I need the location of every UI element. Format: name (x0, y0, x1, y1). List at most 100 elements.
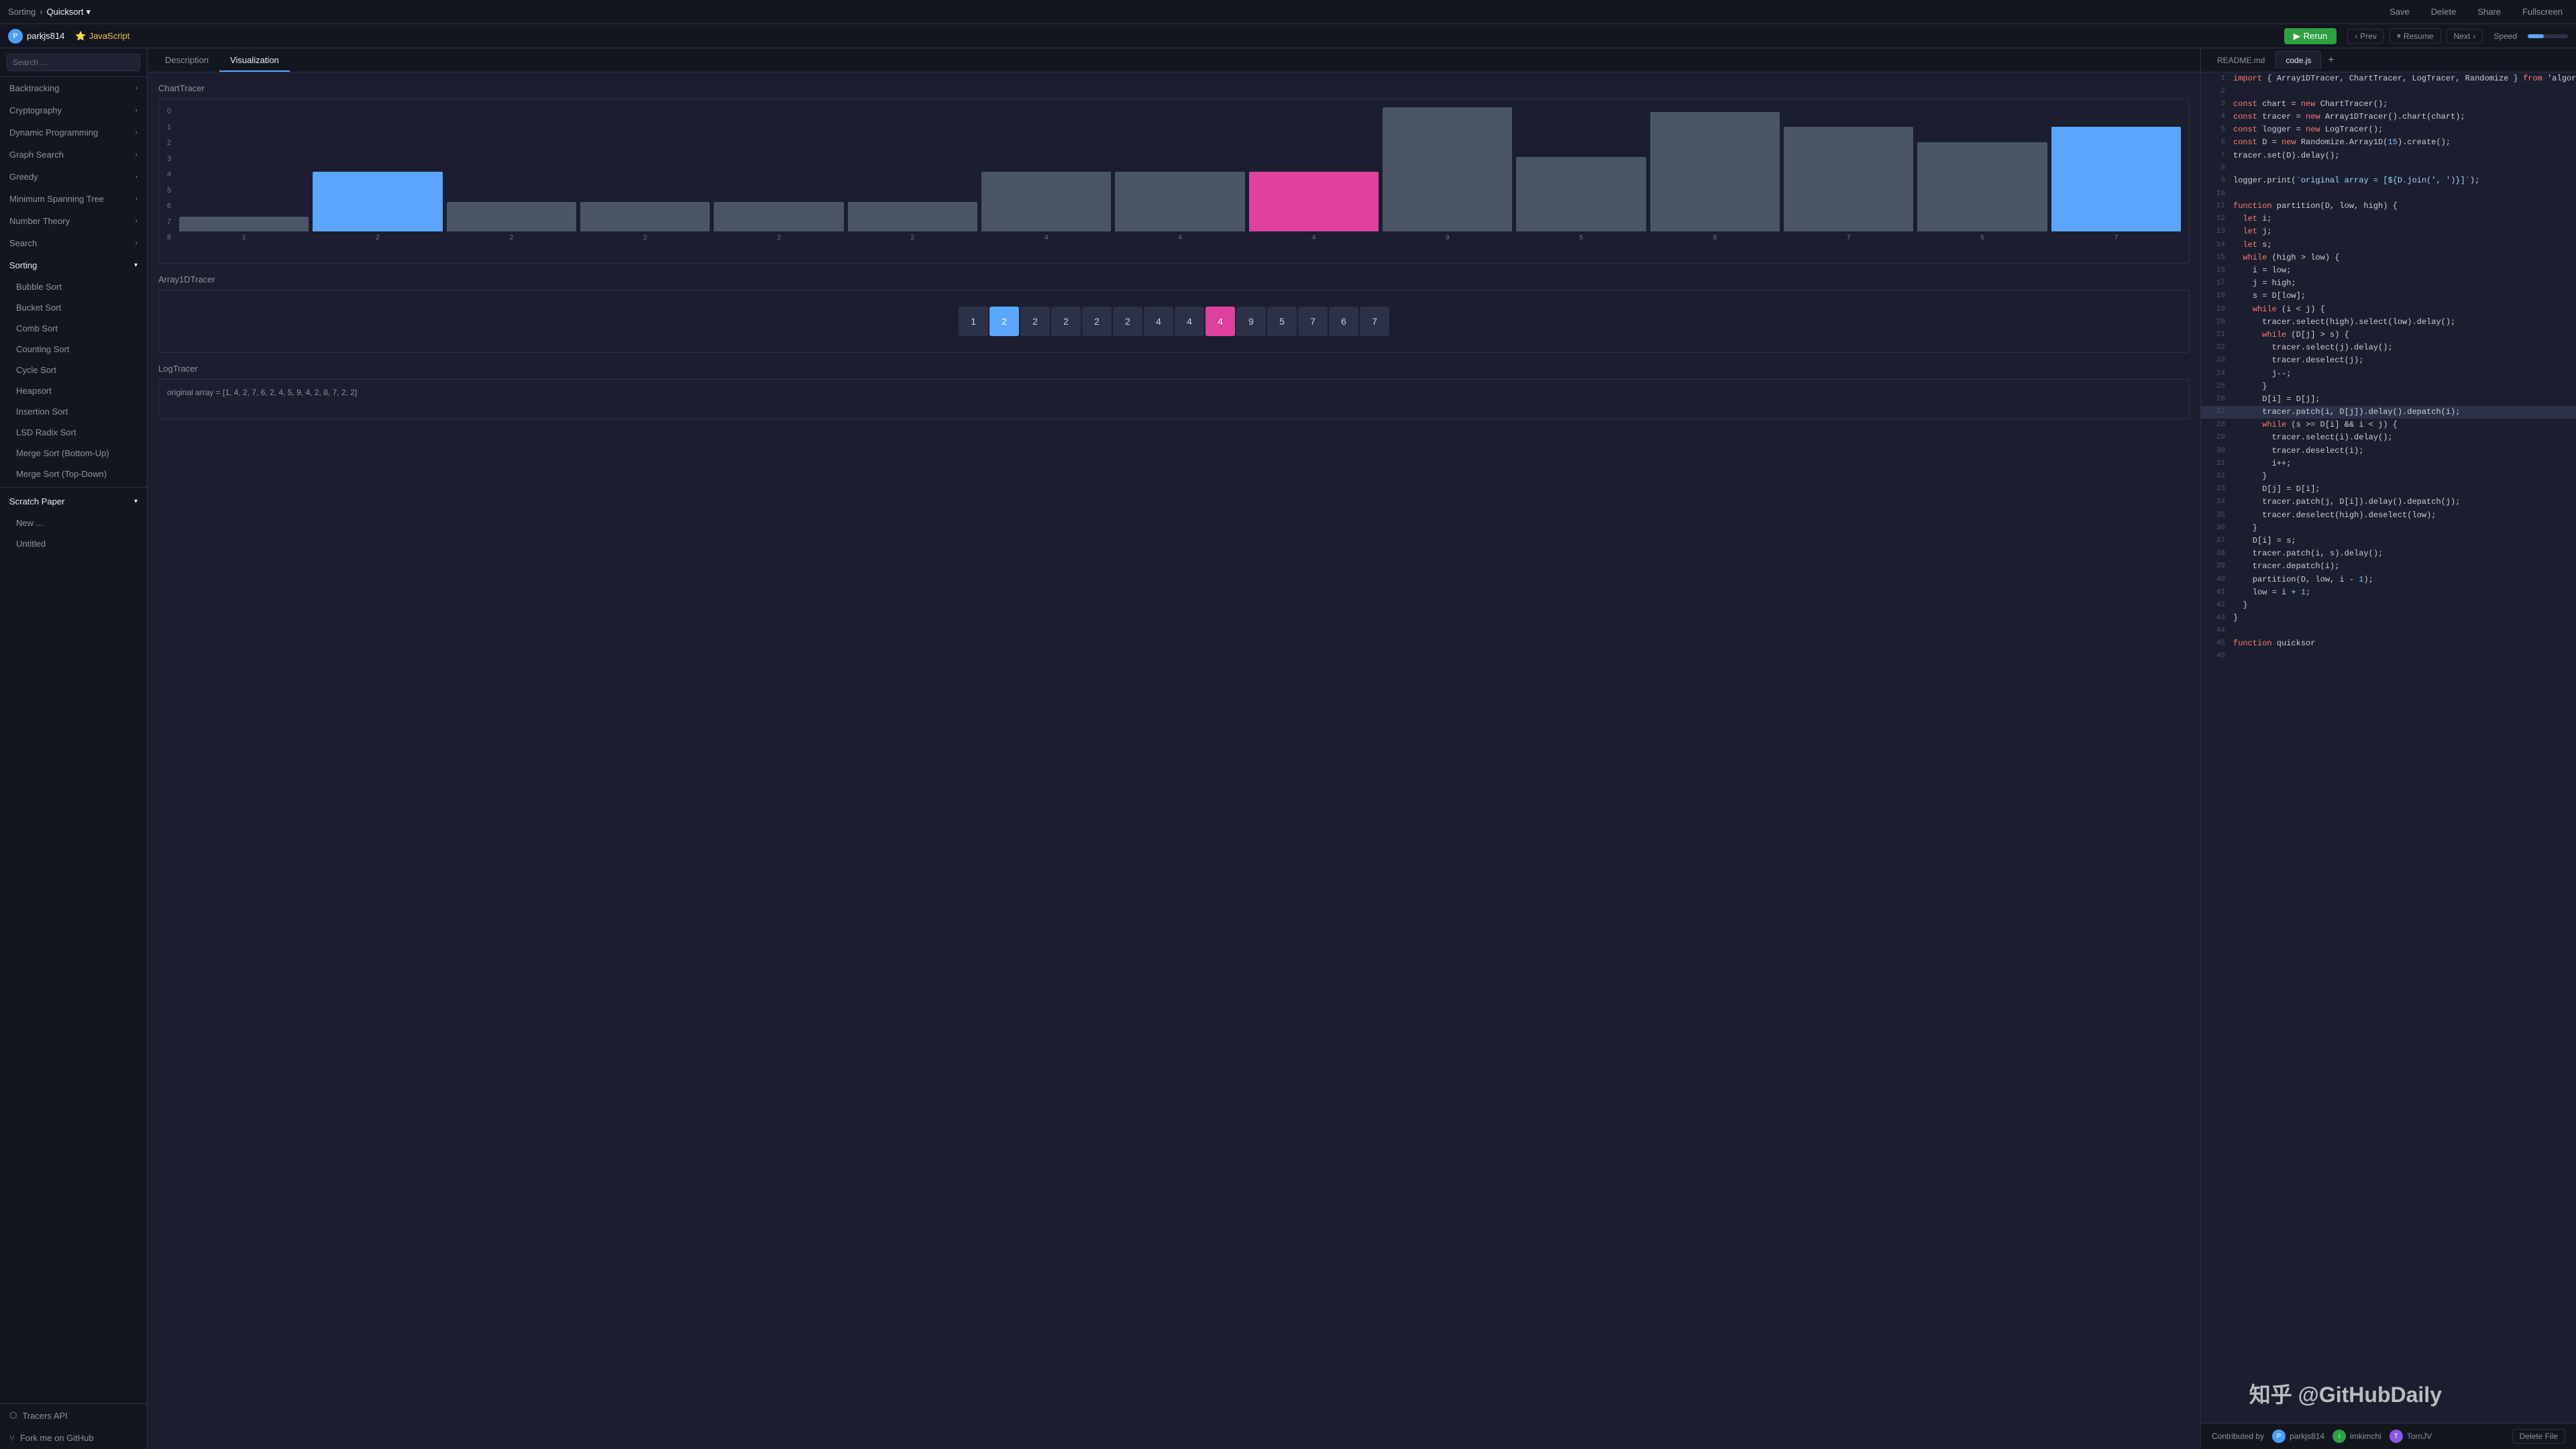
tab-readme[interactable]: README.md (2208, 52, 2274, 69)
line-content: D[i] = D[j]; (2233, 393, 2571, 406)
chart-bar (313, 172, 442, 231)
delete-file-button[interactable]: Delete File (2512, 1429, 2565, 1444)
sidebar-item-mst[interactable]: Minimum Spanning Tree › (0, 188, 147, 210)
save-button[interactable]: Save (2384, 4, 2415, 19)
dropdown-icon[interactable]: ▾ (86, 7, 91, 17)
breadcrumb-algo: Quicksort ▾ (47, 7, 91, 17)
code-line: 40 partition(D, low, i - 1); (2201, 574, 2576, 586)
tab-description[interactable]: Description (154, 50, 219, 72)
line-number: 36 (2206, 522, 2225, 535)
share-button[interactable]: Share (2472, 4, 2506, 19)
right-panel: README.md code.js + 1import { Array1DTra… (2200, 48, 2576, 1449)
sidebar-item-graph-search[interactable]: Graph Search › (0, 144, 147, 166)
sidebar-sub-counting-sort[interactable]: Counting Sort (0, 339, 147, 360)
sidebar-item-cryptography[interactable]: Cryptography › (0, 99, 147, 121)
sidebar-sub-cycle-sort[interactable]: Cycle Sort (0, 360, 147, 380)
sidebar-sub-lsd-radix[interactable]: LSD Radix Sort (0, 422, 147, 443)
line-number: 43 (2206, 612, 2225, 625)
contributor-avatar-1: P (2272, 1430, 2286, 1443)
nav-buttons: ‹ Prev ⏸ Resume Next › (2347, 28, 2483, 44)
code-line: 23 tracer.deselect(j); (2201, 354, 2576, 367)
code-line: 37 D[i] = s; (2201, 535, 2576, 547)
line-content: D[i] = s; (2233, 535, 2571, 547)
bar-col: 2 (714, 107, 843, 241)
bar-label: 2 (643, 234, 647, 241)
bar-label: 4 (1312, 234, 1316, 241)
prev-button[interactable]: ‹ Prev (2347, 29, 2384, 44)
breadcrumb-sorting[interactable]: Sorting (8, 7, 36, 17)
chevron-right-icon: › (136, 173, 138, 180)
line-number: 8 (2206, 162, 2225, 175)
tab-add-button[interactable]: + (2322, 52, 2339, 69)
sidebar-sub-merge-bottom[interactable]: Merge Sort (Bottom-Up) (0, 443, 147, 464)
line-content: while (D[j] > s) { (2233, 329, 2571, 341)
line-content: let j; (2233, 225, 2571, 238)
sidebar-sub-bucket-sort[interactable]: Bucket Sort (0, 297, 147, 318)
bar-col: 2 (313, 107, 442, 241)
bar-col: 2 (848, 107, 977, 241)
tracers-icon: ⬡ (9, 1410, 17, 1421)
sidebar-sub-merge-top[interactable]: Merge Sort (Top-Down) (0, 464, 147, 484)
search-input[interactable] (7, 54, 140, 71)
sidebar-fork-github[interactable]: ⑂ Fork me on GitHub (0, 1427, 147, 1449)
line-number: 46 (2206, 650, 2225, 663)
sidebar-sub-comb-sort[interactable]: Comb Sort (0, 318, 147, 339)
sidebar-sub-new[interactable]: New ... (0, 513, 147, 533)
sidebar-item-dp[interactable]: Dynamic Programming › (0, 121, 147, 144)
delete-button[interactable]: Delete (2426, 4, 2462, 19)
bar-col: 9 (1383, 107, 1512, 241)
tab-code[interactable]: code.js (2275, 51, 2321, 69)
array-cell: 1 (959, 307, 988, 336)
chart-y-axis: 8 7 6 5 4 3 2 1 0 (167, 107, 171, 255)
username: parkjs814 (27, 31, 64, 41)
sidebar-item-number-theory[interactable]: Number Theory › (0, 210, 147, 232)
line-content: while (high > low) { (2233, 252, 2571, 264)
sidebar-item-search[interactable]: Search › (0, 232, 147, 254)
sidebar-item-greedy[interactable]: Greedy › (0, 166, 147, 188)
chart-bar (179, 217, 309, 231)
bar-col: 7 (2051, 107, 2181, 241)
chart-bar (1115, 172, 1244, 231)
sidebar-item-scratch-paper[interactable]: Scratch Paper ▾ (0, 490, 147, 513)
log-tracer-section: LogTracer original array = [1, 4, 2, 7, … (158, 364, 2190, 419)
rerun-button[interactable]: ▶ Rerun (2284, 28, 2337, 44)
line-number: 16 (2206, 264, 2225, 277)
code-tabs-bar: README.md code.js + (2201, 48, 2576, 72)
line-number: 3 (2206, 98, 2225, 111)
code-line: 27 tracer.patch(i, D[j]).delay().depatch… (2201, 406, 2576, 419)
line-content: function quicksor (2233, 637, 2571, 650)
array-tracer-box: 12222244495767 (158, 290, 2190, 353)
bar-label: 7 (1847, 234, 1851, 241)
line-number: 4 (2206, 111, 2225, 123)
sidebar-divider (0, 487, 147, 488)
chart-bar (848, 202, 977, 231)
bar-label: 2 (510, 234, 514, 241)
bar-col: 4 (1249, 107, 1379, 241)
chart-bar (1650, 112, 1780, 231)
sidebar-sub-untitled[interactable]: Untitled (0, 533, 147, 554)
array-cell: 2 (1113, 307, 1142, 336)
chevron-right-icon: › (136, 107, 138, 114)
sidebar-tracers-api[interactable]: ⬡ Tracers API (0, 1404, 147, 1427)
next-button[interactable]: Next › (2447, 29, 2483, 44)
sidebar-sub-heapsort[interactable]: Heapsort (0, 380, 147, 401)
fullscreen-button[interactable]: Fullscreen (2517, 4, 2568, 19)
resume-button[interactable]: ⏸ Resume (2390, 28, 2441, 44)
bar-label: 8 (1713, 234, 1717, 241)
bar-col: 6 (1917, 107, 2047, 241)
line-content: i++; (2233, 458, 2571, 470)
speed-slider[interactable] (2528, 34, 2568, 38)
tab-visualization[interactable]: Visualization (219, 50, 290, 72)
sidebar-bottom: ⬡ Tracers API ⑂ Fork me on GitHub (0, 1403, 147, 1449)
chart-tracer-box: 8 7 6 5 4 3 2 1 0 122222444958767 (158, 99, 2190, 264)
sidebar-item-backtracking[interactable]: Backtracking › (0, 77, 147, 99)
sidebar-sub-bubble-sort[interactable]: Bubble Sort (0, 276, 147, 297)
sidebar-sub-insertion-sort[interactable]: Insertion Sort (0, 401, 147, 422)
contributor-avatar-3: T (2390, 1430, 2403, 1443)
line-content: tracer.set(D).delay(); (2233, 150, 2571, 162)
line-number: 39 (2206, 560, 2225, 573)
sidebar-item-sorting[interactable]: Sorting ▾ (0, 254, 147, 276)
line-content: j = high; (2233, 277, 2571, 290)
line-content: s = D[low]; (2233, 290, 2571, 303)
bar-col: 4 (981, 107, 1111, 241)
